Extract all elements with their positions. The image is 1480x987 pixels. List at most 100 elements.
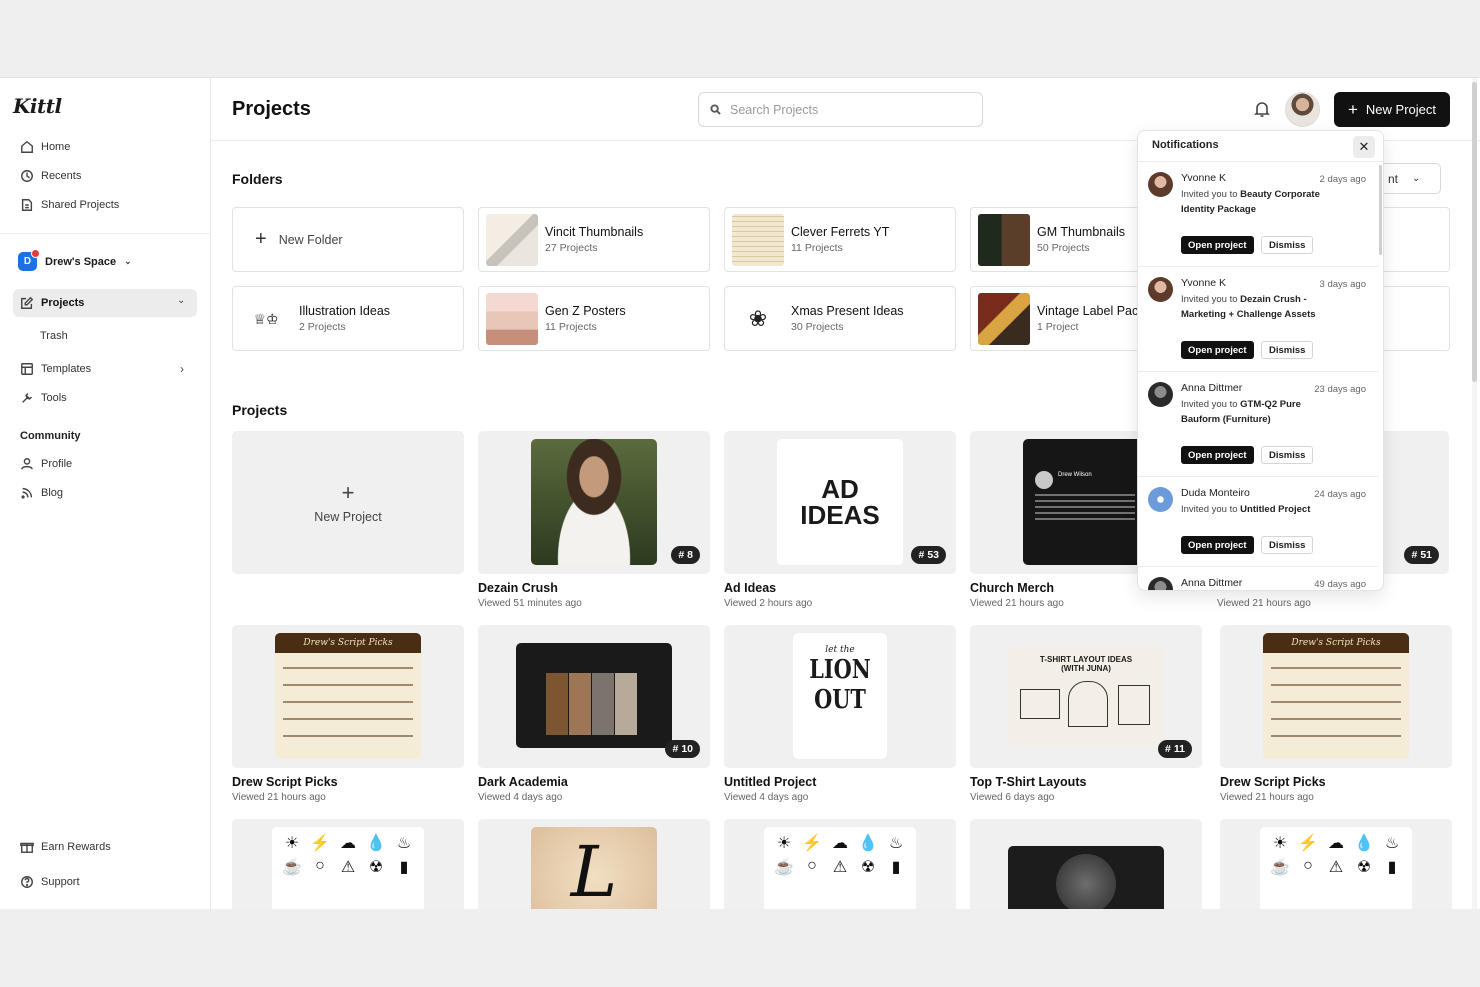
notification-text: Invited you to Untitled Project (1181, 504, 1311, 515)
project-name: Drew Script Picks (1220, 775, 1326, 789)
swatch-4 (615, 673, 637, 735)
folder-count: 11 Projects (791, 242, 843, 254)
project-thumbnail: #8 (478, 431, 710, 574)
dismiss-button[interactable]: Dismiss (1261, 236, 1314, 254)
folder-card[interactable]: Gen Z Posters 11 Projects (478, 286, 710, 351)
sidebar-item-home[interactable]: Home (20, 137, 70, 157)
space-switcher[interactable]: D Drew's Space ⌄ (18, 249, 132, 271)
notification-time: 23 days ago (1314, 384, 1366, 395)
open-project-button[interactable]: Open project (1181, 236, 1254, 254)
folder-card[interactable]: Vincit Thumbnails 27 Projects (478, 207, 710, 272)
page-scrollbar[interactable] (1472, 78, 1477, 909)
notification-sender: Anna Dittmer (1181, 382, 1243, 394)
folder-card[interactable]: ❀ Xmas Present Ideas 30 Projects (724, 286, 956, 351)
sidebar-item-templates[interactable]: Templates (20, 359, 91, 379)
space-name: Drew's Space (45, 255, 117, 268)
sidebar-item-label: Recents (41, 170, 82, 182)
folder-card[interactable] (1384, 207, 1450, 272)
notification-time: 49 days ago (1314, 579, 1366, 590)
sidebar-item-support[interactable]: Support (20, 872, 80, 892)
notification-text: Invited you to Dezain Crush - Marketing … (1181, 294, 1316, 320)
swatch-1 (546, 673, 568, 735)
frame-icon: # (1165, 743, 1171, 755)
new-folder-button[interactable]: + New Folder (232, 207, 464, 272)
portrait-image (531, 439, 657, 565)
folder-card[interactable]: Clever Ferrets YT 11 Projects (724, 207, 956, 272)
icons-grid: ☀ ⚡ ☁ 💧 ♨ ☕ ○ ⚠ ☢ ▮ (1260, 827, 1412, 909)
project-thumbnail: let the LION OUT (724, 625, 956, 768)
avatar[interactable] (1285, 92, 1320, 127)
dismiss-button[interactable]: Dismiss (1261, 341, 1314, 359)
avatar (1148, 577, 1173, 590)
avatar (1148, 172, 1173, 197)
folder-thumbnail (486, 214, 538, 266)
sidebar-item-earn-rewards[interactable]: Earn Rewards (20, 837, 111, 857)
chevron-down-icon[interactable]: ⌄ (177, 295, 185, 306)
frame-count-badge: #11 (1158, 740, 1192, 758)
plus-icon: + (255, 228, 267, 250)
help-icon (21, 876, 33, 888)
open-project-button[interactable]: Open project (1181, 536, 1254, 554)
notification-item: Yvonne K 3 days ago Invited you to Dezai… (1138, 267, 1378, 372)
badge-count: 10 (681, 743, 693, 755)
new-project-tile[interactable]: + New Project (232, 431, 464, 574)
project-viewed: Viewed 21 hours ago (970, 598, 1064, 609)
notification-item: Anna Dittmer 49 days ago (1138, 567, 1378, 590)
open-project-button[interactable]: Open project (1181, 446, 1254, 464)
scrollbar-thumb[interactable] (1472, 82, 1477, 382)
folder-name: Vintage Label Pac (1037, 304, 1139, 318)
frame-icon: # (678, 549, 685, 561)
notifications-panel: Notifications ✕ Yvonne K 2 days ago Invi… (1137, 130, 1384, 591)
badge-count: 8 (687, 549, 693, 561)
project-thumbnail: Drew's Script Picks (232, 625, 464, 768)
sort-value: nt (1388, 171, 1399, 186)
folder-thumbnail (978, 214, 1030, 266)
scrollbar[interactable] (1379, 165, 1382, 255)
bell-icon[interactable] (1253, 100, 1271, 118)
project-viewed: Viewed 4 days ago (724, 792, 809, 803)
project-name: Dark Academia (478, 775, 568, 789)
folder-name: GM Thumbnails (1037, 225, 1125, 239)
sidebar-item-label: Support (41, 876, 80, 888)
plus-icon: + (341, 479, 355, 505)
dismiss-button[interactable]: Dismiss (1261, 536, 1314, 554)
sort-select[interactable]: nt ⌄ (1384, 163, 1441, 194)
project-viewed: Viewed 2 hours ago (724, 598, 813, 609)
project-viewed: Viewed 21 hours ago (1220, 792, 1314, 803)
search-input[interactable]: Search Projects (698, 92, 983, 127)
frame-icon: # (918, 549, 925, 561)
sidebar-item-profile[interactable]: Profile (20, 454, 72, 474)
notification-time: 2 days ago (1319, 174, 1366, 185)
sidebar-item-blog[interactable]: Blog (20, 483, 63, 503)
sidebar-item-trash[interactable]: Trash (40, 326, 68, 346)
chevron-right-icon[interactable]: › (180, 362, 184, 376)
notification-item: Yvonne K 2 days ago Invited you to Beaut… (1138, 162, 1378, 267)
sidebar-item-tools[interactable]: Tools (20, 388, 67, 408)
notification-time: 3 days ago (1319, 279, 1366, 290)
new-project-button[interactable]: + New Project (1334, 92, 1450, 127)
project-viewed: Viewed 4 days ago (478, 792, 563, 803)
sidebar-item-shared-projects[interactable]: Shared Projects (20, 195, 119, 215)
folder-count: 2 Projects (299, 321, 346, 333)
dismiss-button[interactable]: Dismiss (1261, 446, 1314, 464)
close-button[interactable]: ✕ (1353, 136, 1375, 158)
notification-sender: Yvonne K (1181, 172, 1226, 184)
folder-card[interactable]: ♕♔ Illustration Ideas 2 Projects (232, 286, 464, 351)
script-samples (283, 661, 413, 749)
community-heading: Community (20, 430, 81, 442)
open-project-button[interactable]: Open project (1181, 341, 1254, 359)
folder-name: Xmas Present Ideas (791, 304, 904, 318)
folder-thumbnail (732, 214, 784, 266)
projects-heading: Projects (232, 402, 288, 418)
shared-icon (21, 199, 33, 211)
app-logo[interactable]: Kittl (13, 94, 62, 118)
frame-count-badge: #10 (665, 740, 700, 758)
frame-icon: # (672, 743, 679, 755)
folder-card[interactable] (1384, 286, 1450, 351)
weather-icons-image: ☀ ⚡ ☁ 💧 ♨ ☕ ○ ⚠ ☢ ▮ (764, 827, 916, 909)
avatar (1148, 487, 1173, 512)
project-viewed: Viewed 21 hours ago (232, 792, 326, 803)
script-samples (1271, 661, 1401, 749)
sidebar-item-recents[interactable]: Recents (20, 166, 81, 186)
project-name: Drew Script Picks (232, 775, 338, 789)
